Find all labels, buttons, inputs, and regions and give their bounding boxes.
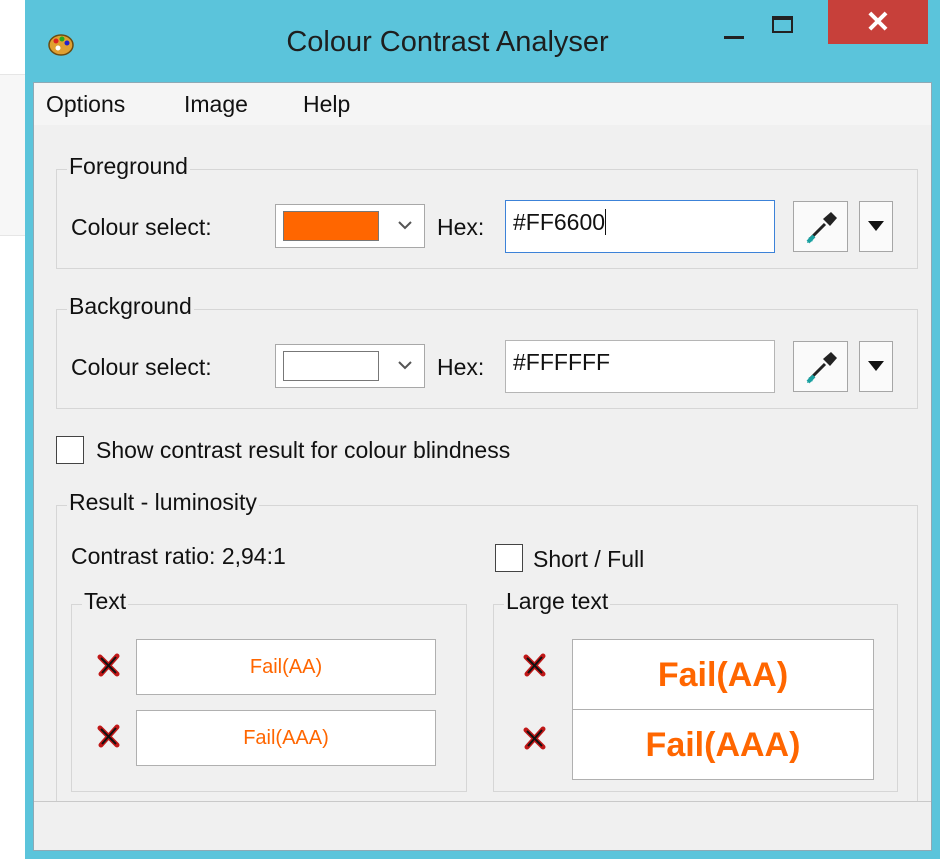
large-text-legend: Large text — [504, 588, 611, 615]
foreground-group: Foreground Colour select: Hex: #FF6600 — [56, 153, 918, 269]
fg-colour-select-label: Colour select: — [71, 214, 212, 240]
text-legend: Text — [82, 588, 129, 615]
large-text-result-group: Large text Fail(AA) Fail(AAA) — [493, 588, 898, 792]
menu-bar: Options Image Help — [34, 83, 931, 125]
bg-colour-swatch — [283, 351, 379, 381]
bg-colour-select[interactable] — [275, 344, 425, 388]
fg-colour-swatch — [283, 211, 379, 241]
fg-options-dropdown-button[interactable] — [859, 201, 893, 252]
eyedropper-icon — [806, 352, 837, 384]
chevron-down-icon — [398, 221, 412, 230]
foreground-legend: Foreground — [67, 153, 190, 180]
app-window: Colour Contrast Analyser ✕ Options Image… — [25, 0, 940, 859]
contrast-ratio: Contrast ratio: 2,94:1 — [71, 543, 286, 569]
short-full-label: Short / Full — [533, 546, 645, 572]
text-caret — [605, 209, 607, 235]
maximize-button[interactable] — [760, 6, 805, 44]
large-text-aaa-result: Fail(AAA) — [572, 709, 874, 780]
background-legend: Background — [67, 293, 194, 320]
bg-hex-input[interactable]: #FFFFFF — [505, 340, 775, 393]
text-aa-result: Fail(AA) — [136, 639, 436, 695]
status-bar — [34, 801, 931, 850]
result-group: Result - luminosity Contrast ratio: 2,94… — [56, 489, 918, 805]
menu-options[interactable]: Options — [46, 91, 125, 118]
menu-image[interactable]: Image — [184, 91, 248, 118]
fg-eyedropper-button[interactable] — [793, 201, 848, 252]
result-legend: Result - luminosity — [67, 489, 259, 516]
colour-blindness-checkbox[interactable] — [56, 436, 84, 464]
cross-icon — [523, 653, 546, 677]
cross-icon — [523, 726, 546, 750]
chevron-down-icon — [398, 361, 412, 370]
colour-blindness-label: Show contrast result for colour blindnes… — [96, 437, 511, 463]
window-client-area: Options Image Help Foreground Colour sel… — [33, 82, 932, 851]
bg-hex-label: Hex: — [437, 354, 485, 380]
short-full-checkbox[interactable] — [495, 544, 523, 572]
fg-hex-input[interactable]: #FF6600 — [505, 200, 775, 253]
menu-help[interactable]: Help — [303, 91, 350, 118]
bg-eyedropper-button[interactable] — [793, 341, 848, 392]
bg-options-dropdown-button[interactable] — [859, 341, 893, 392]
bg-colour-select-label: Colour select: — [71, 354, 212, 380]
text-aaa-result: Fail(AAA) — [136, 710, 436, 766]
fg-hex-label: Hex: — [437, 214, 485, 240]
text-result-group: Text Fail(AA) Fail(AAA) — [71, 588, 467, 792]
fg-colour-select[interactable] — [275, 204, 425, 248]
minimize-button[interactable] — [715, 6, 755, 44]
large-text-aa-result: Fail(AA) — [572, 639, 874, 710]
title-bar[interactable]: Colour Contrast Analyser ✕ — [25, 0, 940, 82]
fg-hex-value: #FF6600 — [513, 209, 606, 235]
cross-icon — [97, 724, 120, 748]
cross-icon — [97, 653, 120, 677]
background-group: Background Colour select: Hex: #FFFFFF — [56, 293, 918, 409]
bg-hex-value: #FFFFFF — [513, 349, 611, 375]
eyedropper-icon — [806, 212, 837, 244]
close-button[interactable]: ✕ — [828, 0, 928, 44]
